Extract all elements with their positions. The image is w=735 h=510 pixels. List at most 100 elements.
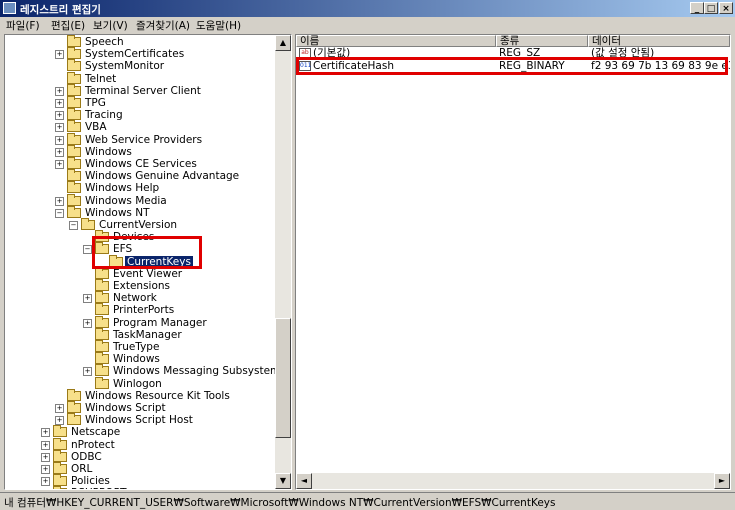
tree-item-label: RSUPPORT bbox=[71, 487, 127, 489]
folder-icon bbox=[67, 59, 81, 72]
tree-item-label: Windows Help bbox=[85, 182, 160, 195]
folder-icon bbox=[67, 413, 81, 426]
folder-icon bbox=[95, 327, 109, 340]
folder-icon bbox=[67, 47, 81, 60]
expand-icon[interactable]: + bbox=[55, 86, 64, 96]
expand-icon[interactable]: + bbox=[83, 367, 92, 377]
collapse-icon[interactable]: − bbox=[69, 221, 78, 230]
expand-icon[interactable]: + bbox=[41, 465, 50, 474]
column-name[interactable]: 이름 bbox=[296, 35, 496, 47]
folder-icon bbox=[67, 144, 81, 157]
tree-item-label: CurrentVersion bbox=[99, 219, 178, 231]
folder-icon bbox=[67, 83, 81, 96]
list-horizontal-scrollbar[interactable]: ◄ ► bbox=[296, 473, 730, 489]
folder-icon bbox=[67, 120, 81, 133]
tree-item-label: SystemCertificates bbox=[85, 48, 185, 61]
tree-item-label: TaskManager bbox=[113, 328, 182, 341]
folder-icon bbox=[67, 157, 81, 169]
collapse-icon[interactable]: − bbox=[55, 208, 64, 218]
collapse-icon[interactable]: − bbox=[83, 245, 92, 255]
tree-item-label: Windows Script bbox=[85, 402, 166, 414]
folder-icon bbox=[67, 169, 81, 182]
expand-icon[interactable]: + bbox=[55, 147, 64, 157]
folder-icon bbox=[53, 437, 67, 450]
minimize-button[interactable]: _ bbox=[690, 2, 704, 14]
scroll-up-button[interactable]: ▲ bbox=[275, 35, 291, 51]
expand-icon[interactable]: + bbox=[55, 416, 64, 426]
expand-icon[interactable]: + bbox=[55, 404, 64, 413]
expand-icon[interactable]: + bbox=[41, 477, 50, 487]
folder-icon bbox=[53, 474, 67, 487]
scroll-right-button[interactable]: ► bbox=[714, 473, 730, 489]
folder-icon bbox=[53, 449, 67, 462]
tree-item-label: PrinterPorts bbox=[113, 304, 175, 317]
column-data[interactable]: 데이터 bbox=[588, 35, 730, 47]
tree-item-label: Windows bbox=[85, 145, 132, 158]
folder-icon bbox=[67, 205, 81, 218]
folder-icon bbox=[95, 340, 109, 352]
expand-icon[interactable]: + bbox=[55, 135, 64, 145]
menu-help[interactable]: 도움말(H) bbox=[196, 18, 241, 33]
tree-item-label: Policies bbox=[71, 475, 110, 488]
tree-item-label: Network bbox=[113, 292, 157, 305]
status-path: 내 컴퓨터₩HKEY_CURRENT_USER₩Software₩Microso… bbox=[4, 497, 556, 509]
folder-icon bbox=[67, 181, 81, 194]
expand-icon[interactable]: + bbox=[83, 294, 92, 304]
menu-file[interactable]: 파일(F) bbox=[6, 18, 40, 33]
scroll-left-button[interactable]: ◄ bbox=[296, 473, 312, 489]
status-bar: 내 컴퓨터₩HKEY_CURRENT_USER₩Software₩Microso… bbox=[0, 492, 735, 510]
folder-icon bbox=[95, 352, 109, 365]
menu-view[interactable]: 보기(V) bbox=[93, 18, 128, 33]
expand-icon[interactable]: + bbox=[55, 196, 64, 206]
scroll-down-button[interactable]: ▼ bbox=[275, 473, 291, 489]
expand-icon[interactable]: + bbox=[41, 489, 50, 490]
tree-item-label: ORL bbox=[71, 463, 93, 475]
expand-icon[interactable]: + bbox=[55, 99, 64, 108]
expand-icon[interactable]: + bbox=[55, 123, 64, 133]
expand-icon[interactable]: + bbox=[41, 440, 50, 450]
tree-item-label: Program Manager bbox=[113, 316, 207, 329]
scroll-thumb[interactable] bbox=[275, 318, 291, 438]
folder-icon bbox=[95, 364, 109, 377]
expand-icon[interactable]: + bbox=[83, 318, 92, 328]
expand-icon[interactable]: + bbox=[55, 160, 64, 169]
expand-icon[interactable]: + bbox=[55, 111, 64, 121]
list-header: 이름 종류 데이터 bbox=[296, 35, 730, 47]
maximize-button[interactable]: □ bbox=[704, 2, 718, 14]
window-title: 레지스트리 편집기 bbox=[20, 4, 101, 16]
tree-item-label: TPG bbox=[85, 97, 106, 109]
tree-item-label: Windows Genuine Advantage bbox=[85, 170, 240, 183]
expand-icon[interactable]: + bbox=[41, 428, 50, 438]
folder-icon bbox=[81, 218, 95, 230]
tree-item-label: nProtect bbox=[71, 438, 115, 451]
tree-item-label: Windows Resource Kit Tools bbox=[85, 389, 230, 402]
menu-favorites[interactable]: 즐겨찾기(A) bbox=[136, 18, 190, 33]
tree-item-label: Web Service Providers bbox=[85, 133, 203, 146]
tree-item-label: Windows NT bbox=[85, 206, 150, 219]
tree-vertical-scrollbar[interactable]: ▲ ▼ bbox=[275, 35, 291, 489]
tree-item-label: TrueType bbox=[113, 341, 160, 353]
tree-item-label: Extensions bbox=[113, 280, 171, 292]
tree-item-label: Event Viewer bbox=[113, 267, 183, 280]
close-button[interactable]: × bbox=[719, 2, 733, 14]
expand-icon[interactable]: + bbox=[55, 50, 64, 60]
folder-icon bbox=[53, 462, 67, 474]
tree-item-label: VBA bbox=[85, 121, 107, 134]
menu-edit[interactable]: 편집(E) bbox=[51, 18, 85, 33]
tree-item-label: Telnet bbox=[85, 72, 117, 85]
folder-icon bbox=[67, 108, 81, 121]
folder-icon bbox=[67, 401, 81, 413]
regedit-icon bbox=[3, 2, 16, 14]
tree-item-label: Windows Messaging Subsystem bbox=[113, 365, 281, 378]
folder-icon bbox=[95, 291, 109, 304]
tree-item-label: Tracing bbox=[85, 109, 123, 122]
folder-icon bbox=[67, 96, 81, 108]
tree-item-label: SystemMonitor bbox=[85, 60, 165, 73]
folder-icon bbox=[67, 132, 81, 145]
tree-item-label: Windows CE Services bbox=[85, 158, 197, 170]
value-list[interactable]: 이름 종류 데이터 ab (기본값) REG_SZ (값 설정 안됨) 011 … bbox=[295, 34, 731, 490]
folder-icon bbox=[53, 486, 67, 489]
expand-icon[interactable]: + bbox=[41, 452, 50, 462]
column-type[interactable]: 종류 bbox=[496, 35, 588, 47]
folder-icon bbox=[95, 376, 109, 389]
